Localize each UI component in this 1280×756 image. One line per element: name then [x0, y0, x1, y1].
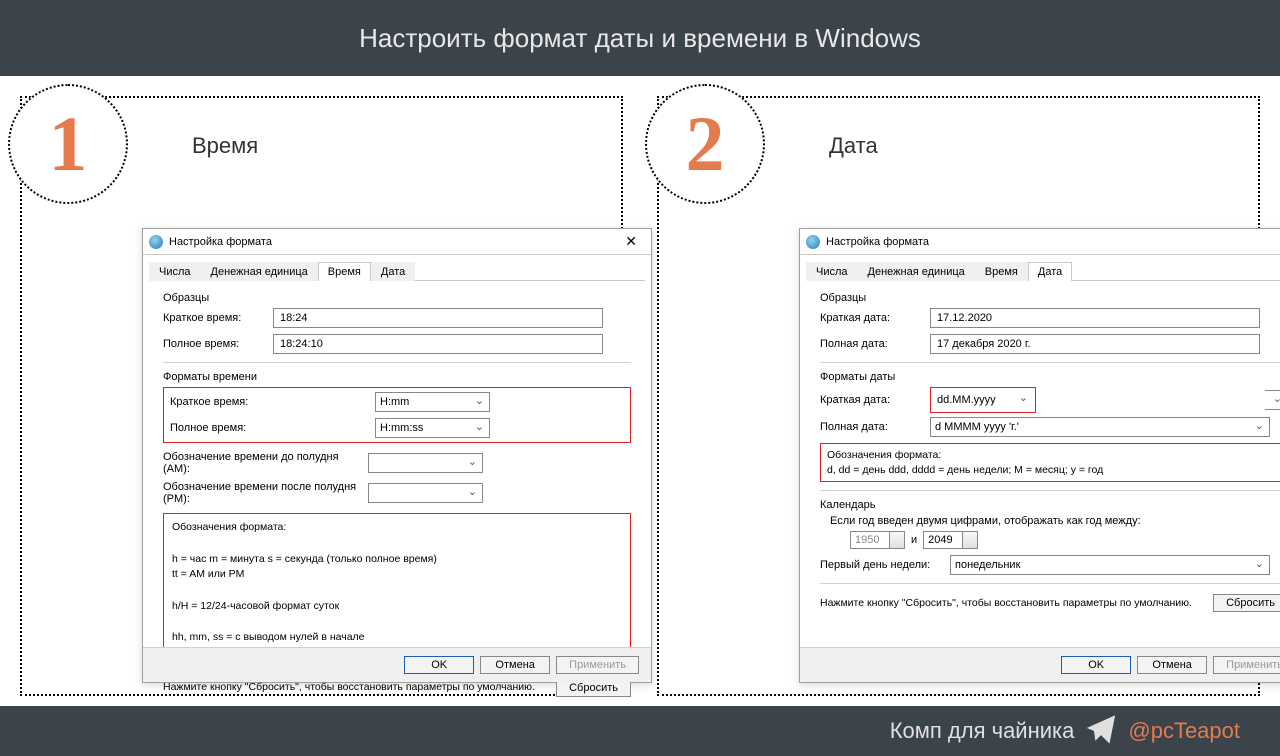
am-select[interactable]	[368, 453, 483, 473]
short-date-label: Краткая дата:	[820, 312, 930, 324]
step-1-panel: 1 Время Настройка формата ✕ Числа Денежн…	[20, 96, 623, 696]
close-icon[interactable]: ✕	[1274, 233, 1280, 250]
tab-time[interactable]: Время	[975, 262, 1028, 281]
time-format-dialog: Настройка формата ✕ Числа Денежная едини…	[142, 228, 652, 683]
dialog-title: Настройка формата	[169, 236, 617, 248]
firstday-select[interactable]: понедельник	[950, 555, 1270, 575]
globe-icon	[149, 235, 163, 249]
tab-currency[interactable]: Денежная единица	[201, 262, 318, 281]
samples-label: Образцы	[820, 292, 1280, 304]
calendar-hint: Если год введен двумя цифрами, отображат…	[830, 515, 1280, 527]
samples-label: Образцы	[163, 292, 631, 304]
notes-title: Обозначения формата:	[172, 520, 622, 536]
short-date-sample: 17.12.2020	[930, 308, 1260, 328]
page-header: Настроить формат даты и времени в Window…	[0, 0, 1280, 76]
tab-time[interactable]: Время	[318, 262, 371, 281]
fmt-long-time-label: Полное время:	[170, 422, 375, 434]
am-label: Обозначение времени до полудня (AM):	[163, 451, 368, 475]
cancel-button[interactable]: Отмена	[480, 656, 550, 674]
tab-numbers[interactable]: Числа	[806, 262, 858, 281]
calendar-label: Календарь	[820, 499, 1280, 511]
fmt-short-date-select[interactable]: dd.MM.yyyy	[933, 390, 1033, 410]
pm-label: Обозначение времени после полудня (PM):	[163, 481, 368, 505]
reset-hint: Нажмите кнопку "Сбросить", чтобы восстан…	[163, 681, 556, 695]
footer-handle: @pcTeapot	[1128, 718, 1240, 744]
step-2-title: Дата	[829, 133, 878, 159]
pm-select[interactable]	[368, 483, 483, 503]
short-time-label: Краткое время:	[163, 312, 273, 324]
date-format-dialog: Настройка формата ✕ Числа Денежная едини…	[799, 228, 1280, 683]
step-1-badge: 1	[8, 84, 128, 204]
long-date-sample: 17 декабря 2020 г.	[930, 334, 1260, 354]
footer-text: Комп для чайника	[890, 718, 1075, 744]
fmt-long-date-select[interactable]: d MMMM yyyy 'г.'	[930, 417, 1270, 437]
cancel-button[interactable]: Отмена	[1137, 656, 1207, 674]
fmt-long-time-select[interactable]: H:mm:ss	[375, 418, 490, 438]
fmt-short-time-select[interactable]: H:mm	[375, 392, 490, 412]
ok-button[interactable]: OK	[404, 656, 474, 674]
tab-numbers[interactable]: Числа	[149, 262, 201, 281]
tab-bar: Числа Денежная единица Время Дата	[149, 261, 645, 281]
year-to-field[interactable]: 2049▲▼	[923, 531, 978, 549]
long-date-label: Полная дата:	[820, 338, 930, 350]
reset-hint: Нажмите кнопку "Сбросить", чтобы восстан…	[820, 597, 1213, 611]
format-notes-box: Обозначения формата: d, dd = день ddd, d…	[820, 443, 1280, 482]
time-formats-label: Форматы времени	[163, 371, 631, 383]
tab-bar: Числа Денежная единица Время Дата	[806, 261, 1280, 281]
dialog-title: Настройка формата	[826, 236, 1274, 248]
tab-currency[interactable]: Денежная единица	[858, 262, 975, 281]
tab-date[interactable]: Дата	[1028, 262, 1072, 281]
reset-button[interactable]: Сбросить	[1213, 594, 1280, 612]
step-2-badge: 2	[645, 84, 765, 204]
close-icon[interactable]: ✕	[617, 233, 645, 250]
globe-icon	[806, 235, 820, 249]
fmt-short-date-label: Краткая дата:	[820, 394, 930, 406]
step-2-panel: 2 Дата Настройка формата ✕ Числа Денежна…	[657, 96, 1260, 696]
long-time-label: Полное время:	[163, 338, 273, 350]
year-from-field: 1950	[850, 531, 905, 549]
fmt-short-time-label: Краткое время:	[170, 396, 375, 408]
page-title: Настроить формат даты и времени в Window…	[359, 23, 921, 54]
short-time-sample: 18:24	[273, 308, 603, 328]
tab-date[interactable]: Дата	[371, 262, 415, 281]
long-time-sample: 18:24:10	[273, 334, 603, 354]
telegram-icon	[1084, 711, 1118, 751]
footer: Комп для чайника @pcTeapot	[0, 706, 1280, 756]
format-notes-box: Обозначения формата: h = час m = минута …	[163, 513, 631, 669]
apply-button[interactable]: Применить	[556, 656, 639, 674]
ok-button[interactable]: OK	[1061, 656, 1131, 674]
step-1-title: Время	[192, 133, 258, 159]
apply-button[interactable]: Применить	[1213, 656, 1280, 674]
firstday-label: Первый день недели:	[820, 559, 950, 571]
date-formats-label: Форматы даты	[820, 371, 1280, 383]
fmt-long-date-label: Полная дата:	[820, 421, 930, 433]
